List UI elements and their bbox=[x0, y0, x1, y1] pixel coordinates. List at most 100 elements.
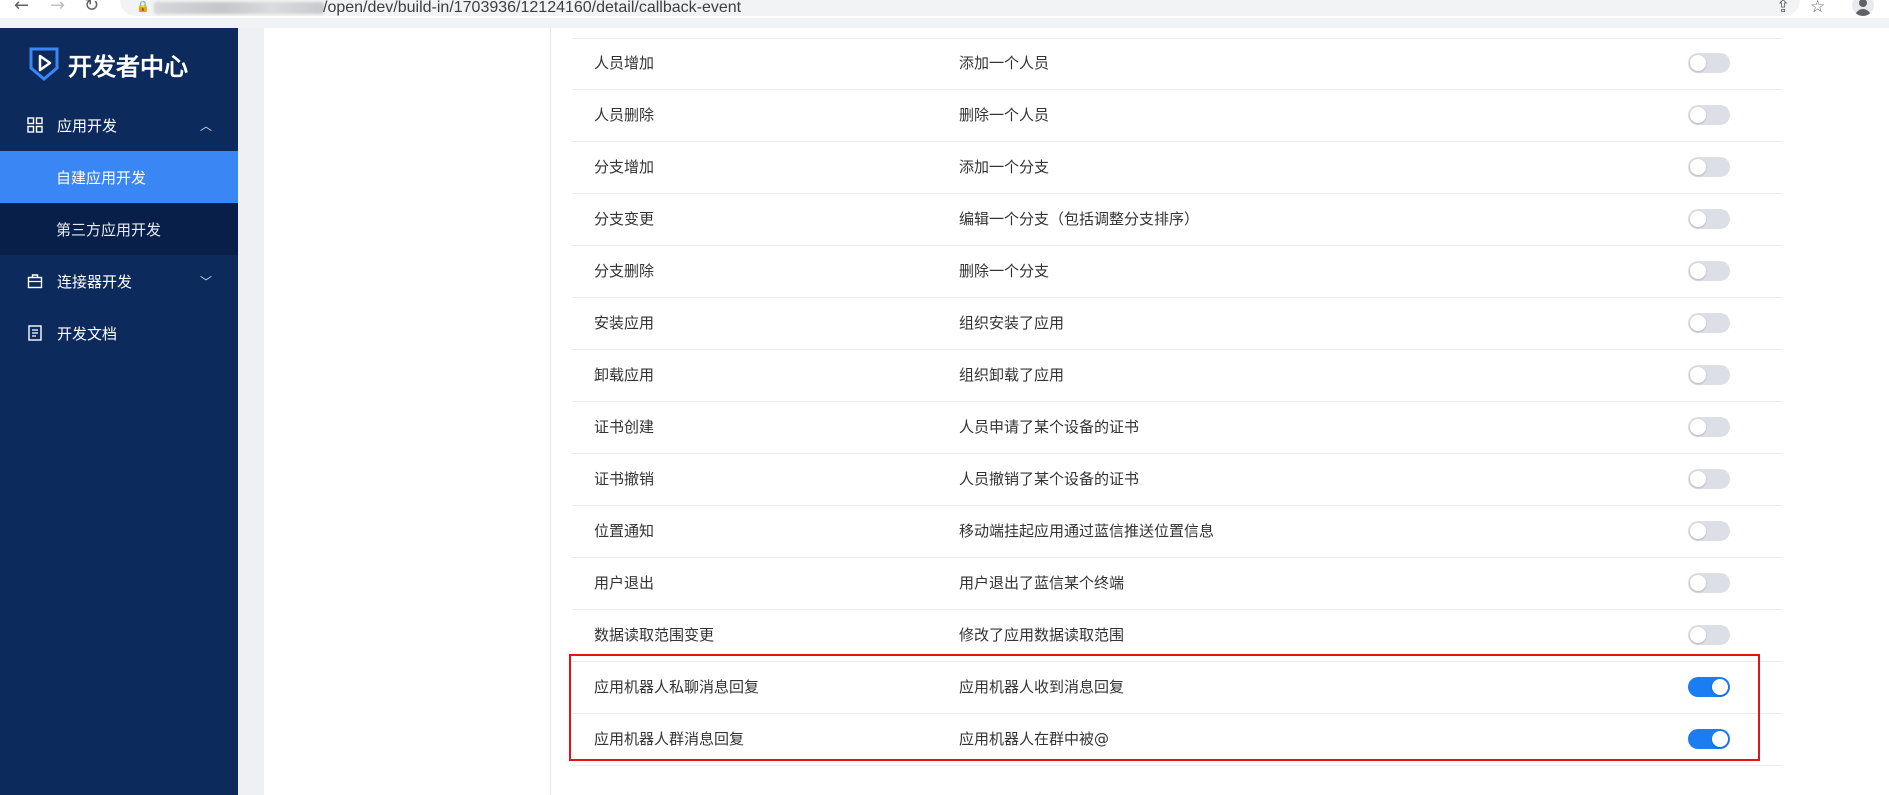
forward-arrow-icon[interactable]: → bbox=[50, 0, 65, 15]
event-description: 添加一个人员 bbox=[959, 54, 1050, 72]
event-description: 修改了应用数据读取范围 bbox=[959, 626, 1125, 644]
back-arrow-icon[interactable]: ← bbox=[14, 0, 29, 15]
brand[interactable]: 开发者中心 bbox=[28, 44, 188, 84]
profile-avatar-icon[interactable] bbox=[1852, 0, 1874, 16]
event-name: 应用机器人群消息回复 bbox=[594, 730, 745, 748]
event-description: 删除一个人员 bbox=[959, 106, 1050, 124]
toggle-knob bbox=[1690, 159, 1706, 175]
brand-title: 开发者中心 bbox=[68, 52, 188, 81]
menu-item-connector-dev[interactable]: 连接器开发 ﹀ bbox=[0, 255, 238, 307]
event-toggle[interactable] bbox=[1688, 417, 1730, 437]
event-toggle[interactable] bbox=[1688, 209, 1730, 229]
menu-item-dev-docs[interactable]: 开发文档 bbox=[0, 307, 238, 359]
event-name: 应用机器人私聊消息回复 bbox=[594, 678, 760, 696]
table-row: 证书撤销 人员撤销了某个设备的证书 bbox=[572, 454, 1782, 506]
event-toggle[interactable] bbox=[1688, 313, 1730, 333]
table-row: 数据读取范围变更 修改了应用数据读取范围 bbox=[572, 610, 1782, 662]
event-toggle[interactable] bbox=[1688, 157, 1730, 177]
url-host-redacted bbox=[154, 2, 324, 14]
event-toggle[interactable] bbox=[1688, 729, 1730, 749]
toggle-knob bbox=[1690, 419, 1706, 435]
event-name: 卸载应用 bbox=[594, 366, 655, 384]
event-name: 用户退出 bbox=[594, 574, 655, 592]
document-icon bbox=[28, 325, 42, 341]
event-toggle[interactable] bbox=[1688, 105, 1730, 125]
event-name: 安装应用 bbox=[594, 314, 655, 332]
event-name: 位置通知 bbox=[594, 522, 655, 540]
event-name: 证书创建 bbox=[594, 418, 655, 436]
event-name: 人员增加 bbox=[594, 54, 655, 72]
event-description: 应用机器人收到消息回复 bbox=[959, 678, 1125, 696]
toggle-knob bbox=[1690, 471, 1706, 487]
event-name: 分支增加 bbox=[594, 158, 655, 176]
table-row: 位置通知 移动端挂起应用通过蓝信推送位置信息 bbox=[572, 506, 1782, 558]
table-row: 人员删除 删除一个人员 bbox=[572, 90, 1782, 142]
event-name: 分支变更 bbox=[594, 210, 655, 228]
submenu-item-label: 自建应用开发 bbox=[56, 168, 147, 187]
url-path[interactable]: /open/dev/build-in/1703936/12124160/deta… bbox=[323, 0, 741, 16]
event-toggle[interactable] bbox=[1688, 521, 1730, 541]
toggle-knob bbox=[1712, 731, 1728, 747]
chevron-down-icon: ﹀ bbox=[199, 274, 212, 289]
submenu-item-third-party-app[interactable]: 第三方应用开发 bbox=[0, 203, 238, 255]
toggle-knob bbox=[1690, 575, 1706, 591]
event-description: 移动端挂起应用通过蓝信推送位置信息 bbox=[959, 522, 1215, 540]
toggle-knob bbox=[1712, 679, 1728, 695]
submenu-item-self-built-app[interactable]: 自建应用开发 bbox=[0, 151, 238, 203]
event-name: 数据读取范围变更 bbox=[594, 626, 715, 644]
event-description: 编辑一个分支（包括调整分支排序） bbox=[959, 210, 1200, 228]
briefcase-icon bbox=[27, 274, 43, 289]
toggle-knob bbox=[1690, 627, 1706, 643]
grid-icon bbox=[27, 117, 43, 133]
menu-item-label: 连接器开发 bbox=[57, 272, 133, 291]
event-description: 应用机器人在群中被@ bbox=[959, 730, 1110, 748]
table-row: 应用机器人私聊消息回复 应用机器人收到消息回复 bbox=[572, 662, 1782, 714]
event-description: 组织安装了应用 bbox=[959, 314, 1065, 332]
event-description: 用户退出了蓝信某个终端 bbox=[959, 574, 1125, 592]
event-name: 分支删除 bbox=[594, 262, 655, 280]
toggle-knob bbox=[1690, 315, 1706, 331]
table-row: 分支增加 添加一个分支 bbox=[572, 142, 1782, 194]
table-row: 用户退出 用户退出了蓝信某个终端 bbox=[572, 558, 1782, 610]
event-description: 删除一个分支 bbox=[959, 262, 1050, 280]
event-description: 人员申请了某个设备的证书 bbox=[959, 418, 1140, 436]
chevron-up-icon: ︿ bbox=[199, 118, 212, 133]
submenu-item-label: 第三方应用开发 bbox=[56, 220, 162, 239]
event-toggle[interactable] bbox=[1688, 573, 1730, 593]
event-toggle[interactable] bbox=[1688, 677, 1730, 697]
toggle-knob bbox=[1690, 211, 1706, 227]
menu-item-app-dev[interactable]: 应用开发 ︿ bbox=[0, 99, 238, 151]
submenu-app-dev: 自建应用开发 第三方应用开发 bbox=[0, 151, 238, 255]
browser-toolbar: ← → ↻ 🔒 /open/dev/build-in/1703936/12124… bbox=[0, 0, 1889, 18]
event-toggle[interactable] bbox=[1688, 53, 1730, 73]
event-toggle[interactable] bbox=[1688, 625, 1730, 645]
table-row: 证书创建 人员申请了某个设备的证书 bbox=[572, 402, 1782, 454]
event-toggle[interactable] bbox=[1688, 469, 1730, 489]
share-icon[interactable]: ⇪ bbox=[1776, 0, 1790, 16]
reload-icon[interactable]: ↻ bbox=[84, 0, 99, 15]
table-row: 分支删除 删除一个分支 bbox=[572, 246, 1782, 298]
content-gutter bbox=[238, 28, 264, 795]
toggle-knob bbox=[1690, 523, 1706, 539]
menu-item-label: 应用开发 bbox=[57, 116, 118, 135]
table-row: 卸载应用 组织卸载了应用 bbox=[572, 350, 1782, 402]
table-row: 分支变更 编辑一个分支（包括调整分支排序） bbox=[572, 194, 1782, 246]
bookmark-star-icon[interactable]: ☆ bbox=[1810, 0, 1825, 16]
sidebar: 开发者中心 应用开发 ︿ 自建应用开发 第三方应用开发 连接器开发 ﹀ 开发文档 bbox=[0, 28, 238, 795]
event-description: 添加一个分支 bbox=[959, 158, 1050, 176]
event-name: 证书撤销 bbox=[594, 470, 655, 488]
event-description: 组织卸载了应用 bbox=[959, 366, 1065, 384]
table-row: 应用机器人群消息回复 应用机器人在群中被@ bbox=[572, 714, 1782, 766]
menu-item-label: 开发文档 bbox=[57, 324, 118, 343]
toggle-knob bbox=[1690, 55, 1706, 71]
table-row: 安装应用 组织安装了应用 bbox=[572, 298, 1782, 350]
event-description: 人员撤销了某个设备的证书 bbox=[959, 470, 1140, 488]
toggle-knob bbox=[1690, 367, 1706, 383]
event-toggle[interactable] bbox=[1688, 261, 1730, 281]
toggle-knob bbox=[1690, 263, 1706, 279]
event-name: 人员删除 bbox=[594, 106, 655, 124]
brand-logo-icon bbox=[29, 47, 59, 81]
lock-icon[interactable]: 🔒 bbox=[136, 0, 150, 14]
table-row: 人员增加 添加一个人员 bbox=[572, 38, 1782, 90]
event-toggle[interactable] bbox=[1688, 365, 1730, 385]
